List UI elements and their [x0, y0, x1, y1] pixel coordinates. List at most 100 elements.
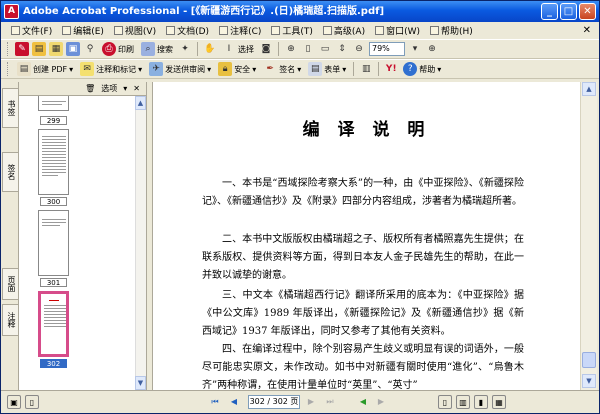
- forms-button[interactable]: ▤ 表单 ▾: [306, 62, 348, 76]
- first-page-icon[interactable]: ⏮: [208, 395, 222, 409]
- menu-bar: 文件(F) 编辑(E) 视图(V) 文档(D) 注释(C) 工具(T) 高级(A…: [1, 22, 599, 39]
- tab-comments[interactable]: 注释: [2, 304, 18, 336]
- page-thumbnail[interactable]: [38, 210, 69, 276]
- help-circle-icon: ?: [403, 62, 418, 76]
- menu-edit[interactable]: 编辑(E): [58, 24, 110, 37]
- forward-icon[interactable]: ▶: [374, 395, 388, 409]
- snapshot-icon[interactable]: ◙: [259, 42, 273, 56]
- toolbar-grip[interactable]: [7, 62, 10, 76]
- attach-icon[interactable]: ⚲: [83, 42, 97, 56]
- layout-toggle-icon[interactable]: ▣: [7, 395, 21, 409]
- tab-bookmarks[interactable]: 书签: [2, 88, 18, 128]
- document-scrollbar[interactable]: ▲ ▼: [580, 82, 597, 390]
- send-review-button[interactable]: ✈ 发送供审阅 ▾: [147, 62, 213, 76]
- facing-icon[interactable]: ▮: [474, 395, 488, 409]
- fit-width-icon[interactable]: ⇕: [335, 42, 349, 56]
- continuous-icon[interactable]: ▥: [456, 395, 470, 409]
- search-icon: ⌕: [141, 42, 155, 56]
- zoom-level-input[interactable]: 79%: [369, 42, 405, 56]
- chevron-down-icon[interactable]: ▾: [123, 84, 127, 93]
- thumb-text-line: [42, 104, 62, 105]
- thumb-text-line: [42, 169, 66, 170]
- menu-document[interactable]: 文档(D): [162, 24, 215, 37]
- paragraph-1: 一、本书是“西域探险考察大系”的一种，由《中亚探险》、《新疆探险记》、《新疆通信…: [202, 178, 524, 207]
- help-button[interactable]: ? 帮助 ▾: [401, 62, 443, 76]
- print-button[interactable]: ⎙ 印刷: [100, 42, 136, 56]
- search-button[interactable]: ⌕ 搜索: [139, 42, 175, 56]
- toolbar-grip[interactable]: [7, 42, 10, 56]
- tab-pages[interactable]: 页面: [2, 268, 18, 300]
- dropdown-arrow-icon: ▾: [297, 64, 302, 74]
- secure-button[interactable]: 🔒︎ 安全 ▾: [216, 62, 258, 76]
- page-number-field[interactable]: 302 / 302 页: [248, 395, 300, 409]
- thumb-text-line: [42, 219, 66, 220]
- status-bar: ▣ ▯ ⏮ ◀ 302 / 302 页 ▶ ⏭ ◀ ▶ ▯ ▥ ▮ ▦: [1, 390, 599, 413]
- last-page-icon[interactable]: ⏭: [323, 395, 337, 409]
- continuous-facing-icon[interactable]: ▦: [492, 395, 506, 409]
- trash-icon[interactable]: 🗑︎: [85, 84, 95, 93]
- scroll-up-icon[interactable]: ▲: [135, 96, 146, 110]
- thumb-text-line: [44, 314, 66, 315]
- thumb-text-line: [42, 222, 66, 223]
- scroll-up-icon[interactable]: ▲: [582, 82, 596, 96]
- save-icon[interactable]: ▣: [66, 42, 80, 56]
- actual-size-icon[interactable]: ▯: [301, 42, 315, 56]
- previous-page-icon[interactable]: ◀: [227, 395, 241, 409]
- scroll-down-icon[interactable]: ▼: [135, 376, 146, 390]
- select-button[interactable]: I 选择: [220, 42, 256, 56]
- sign-button[interactable]: ✒ 签名 ▾: [261, 62, 303, 76]
- fit-page-icon[interactable]: ▭: [318, 42, 332, 56]
- zoom-tool-icon[interactable]: ⊕: [284, 42, 298, 56]
- edit-icon: [62, 26, 72, 35]
- thumb-text-line: [42, 139, 66, 140]
- document-close-icon[interactable]: ✕: [583, 25, 591, 36]
- thumb-text-line: [44, 308, 66, 309]
- menu-file[interactable]: 文件(F): [7, 24, 58, 37]
- menu-advanced[interactable]: 高级(A): [319, 24, 371, 37]
- close-button[interactable]: ✕: [579, 3, 596, 20]
- next-page-icon[interactable]: ▶: [304, 395, 318, 409]
- zoom-out-icon[interactable]: ⊖: [352, 42, 366, 56]
- tab-signatures[interactable]: 签名: [2, 152, 18, 192]
- scroll-down-icon[interactable]: ▼: [582, 374, 596, 388]
- thumb-text-line: [44, 317, 66, 318]
- toolbar-separator: [197, 42, 198, 56]
- comment-markup-button[interactable]: ✉ 注释和标记 ▾: [78, 62, 144, 76]
- menu-view[interactable]: 视图(V): [110, 24, 162, 37]
- thumb-text-line: [42, 145, 66, 146]
- bookmark-icon[interactable]: ✦: [178, 42, 192, 56]
- zoom-in-icon[interactable]: ⊕: [425, 42, 439, 56]
- panel-header: 🗑︎ 选项 ▾ ✕: [19, 82, 146, 96]
- hand-tool-icon[interactable]: ✋: [203, 42, 217, 56]
- page-number-label: 299: [40, 116, 67, 125]
- maximize-button[interactable]: □: [560, 3, 577, 20]
- layout-single-icon[interactable]: ▯: [25, 395, 39, 409]
- menu-comments[interactable]: 注释(C): [215, 24, 267, 37]
- create-pdf-button[interactable]: ▤ 创建 PDF ▾: [15, 62, 75, 76]
- options-menu[interactable]: 选项: [101, 83, 117, 94]
- open-folder-icon[interactable]: ▤: [32, 42, 46, 56]
- thumb-text-line: [42, 136, 66, 137]
- panel-close-icon[interactable]: ✕: [133, 84, 140, 93]
- page-thumbnail[interactable]: [38, 129, 69, 195]
- page-thumbnail-selected[interactable]: [38, 291, 69, 357]
- yahoo-icon[interactable]: Y!: [384, 62, 398, 76]
- thumb-text-line: [42, 172, 66, 173]
- menu-help[interactable]: 帮助(H): [426, 24, 479, 37]
- scroll-thumb[interactable]: [582, 352, 596, 368]
- zoom-dropdown-icon[interactable]: ▾: [408, 42, 422, 56]
- thumb-text-line: [42, 142, 66, 143]
- page-thumbnail[interactable]: [38, 96, 69, 111]
- organizer-icon[interactable]: ▦: [49, 42, 63, 56]
- page-layout-icon[interactable]: ▥: [359, 62, 373, 76]
- menu-window[interactable]: 窗口(W): [371, 24, 426, 37]
- minimize-button[interactable]: _: [541, 3, 558, 20]
- menu-tools[interactable]: 工具(T): [267, 24, 319, 37]
- create-pdf-icon[interactable]: ✎: [15, 42, 29, 56]
- single-page-icon[interactable]: ▯: [438, 395, 452, 409]
- thumb-text-line: [42, 101, 66, 102]
- back-icon[interactable]: ◀: [356, 395, 370, 409]
- panel-scrollbar[interactable]: ▲ ▼: [135, 96, 146, 390]
- paragraph-2: 二、本书中文版版权由橘瑞超之子、版权所有者橘照嘉先生提供；在联系版权、提供资料等…: [202, 234, 524, 281]
- print-icon: ⎙: [102, 42, 116, 56]
